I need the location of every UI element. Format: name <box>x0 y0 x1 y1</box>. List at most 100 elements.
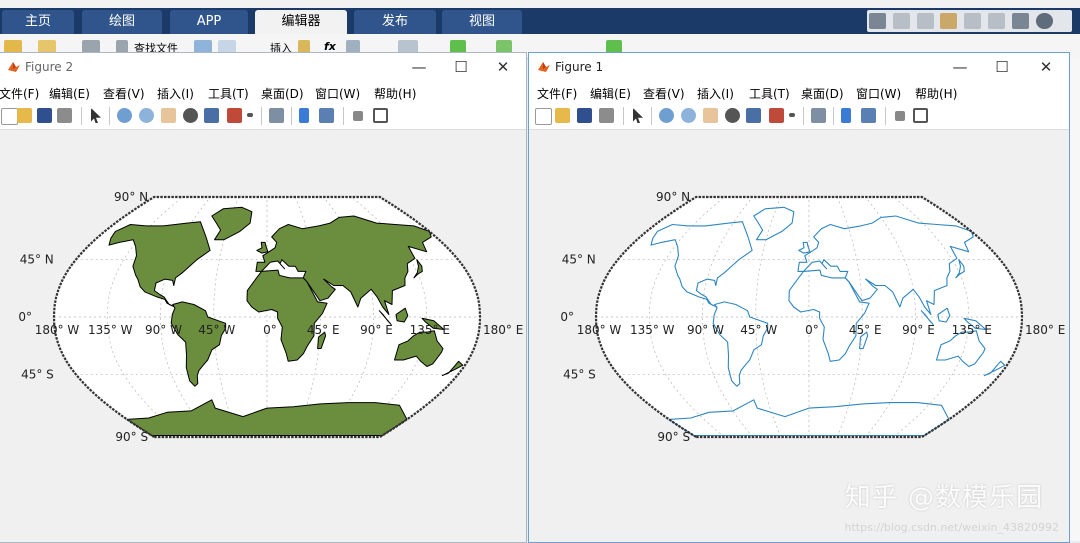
latitude-label: 45° N <box>20 253 54 267</box>
menu-file[interactable]: 文件(F) <box>537 85 577 102</box>
ribbon-tab-bar: 主页 绘图 APP 编辑器 发布 视图 <box>0 8 1080 34</box>
rotate-3d-icon[interactable] <box>183 108 198 123</box>
close-button[interactable]: ✕ <box>1025 55 1067 79</box>
figure-1-titlebar[interactable]: Figure 1 — ☐ ✕ <box>529 53 1069 81</box>
print-icon[interactable] <box>599 108 614 123</box>
figure-2-title: Figure 2 <box>25 60 74 74</box>
tab-view[interactable]: 视图 <box>442 10 522 34</box>
hide-plot-tools-icon[interactable] <box>353 111 363 121</box>
latitude-label: 45° S <box>21 367 54 381</box>
longitude-label: 45° W <box>740 323 777 337</box>
longitude-label: 90° E <box>902 323 935 337</box>
tab-editor[interactable]: 编辑器 <box>255 10 347 34</box>
menu-desktop[interactable]: 桌面(D) <box>261 85 304 102</box>
brush-dropdown-icon[interactable] <box>247 113 253 117</box>
menu-edit[interactable]: 编辑(E) <box>590 85 631 102</box>
save-figure-icon[interactable] <box>577 108 592 123</box>
new-figure-icon[interactable] <box>1 108 18 125</box>
data-cursor-icon[interactable] <box>204 108 219 123</box>
menu-insert[interactable]: 插入(I) <box>157 85 194 102</box>
menu-tools[interactable]: 工具(T) <box>208 85 249 102</box>
longitude-label: 180° E <box>1025 323 1065 337</box>
maximize-button[interactable]: ☐ <box>981 55 1023 79</box>
colorbar-icon[interactable] <box>841 108 851 123</box>
menu-edit[interactable]: 编辑(E) <box>49 85 90 102</box>
tab-home[interactable]: 主页 <box>2 10 74 34</box>
longitude-label: 135° W <box>630 323 675 337</box>
longitude-label: 45° W <box>198 323 235 337</box>
longitude-label: 0° <box>805 323 819 337</box>
figure-1-menubar: 文件(F) 编辑(E) 查看(V) 插入(I) 工具(T) 桌面(D) 窗口(W… <box>529 81 1069 103</box>
menu-insert[interactable]: 插入(I) <box>697 85 734 102</box>
latitude-label: 90° S <box>115 430 148 444</box>
undo-icon[interactable] <box>964 13 982 29</box>
hide-plot-tools-icon[interactable] <box>895 111 905 121</box>
menu-desktop[interactable]: 桌面(D) <box>801 85 844 102</box>
legend-icon[interactable] <box>319 108 334 123</box>
copy-icon[interactable] <box>916 13 934 29</box>
maximize-button[interactable]: ☐ <box>440 55 482 79</box>
tab-publish[interactable]: 发布 <box>354 10 436 34</box>
longitude-label: 90° W <box>145 323 182 337</box>
show-plot-tools-icon[interactable] <box>373 108 388 123</box>
map-group: 90° N 45° N 0° 45° S 90° S 180° W 135° W 90° W 4… <box>560 190 1065 444</box>
zoom-out-icon[interactable] <box>139 108 154 123</box>
menu-window[interactable]: 窗口(W) <box>315 85 360 102</box>
pointer-icon[interactable] <box>633 108 643 123</box>
minimize-button[interactable]: — <box>939 55 981 79</box>
matlab-logo-icon <box>538 62 550 72</box>
show-plot-tools-icon[interactable] <box>913 108 928 123</box>
help-icon[interactable] <box>1035 13 1053 29</box>
switch-windows-icon[interactable] <box>1011 13 1029 29</box>
zoom-in-icon[interactable] <box>659 108 674 123</box>
open-file-icon[interactable] <box>17 108 32 123</box>
legend-icon[interactable] <box>861 108 876 123</box>
world-map-filled[interactable]: 90° N 45° N 0° 45° S 90° S 180° W 135° W 90° W 4… <box>0 130 524 540</box>
new-figure-icon[interactable] <box>535 108 552 125</box>
figure-2-titlebar[interactable]: Figure 2 — ☐ ✕ <box>0 53 526 81</box>
redo-icon[interactable] <box>988 13 1006 29</box>
link-plot-icon[interactable] <box>811 108 826 123</box>
close-button[interactable]: ✕ <box>482 55 524 79</box>
menu-view[interactable]: 查看(V) <box>643 85 685 102</box>
brush-dropdown-icon[interactable] <box>789 113 795 117</box>
data-cursor-icon[interactable] <box>746 108 761 123</box>
menu-tools[interactable]: 工具(T) <box>749 85 790 102</box>
tab-apps[interactable]: APP <box>170 10 248 34</box>
longitude-label: 0° <box>263 323 277 337</box>
pan-icon[interactable] <box>161 108 176 123</box>
tab-plots[interactable]: 绘图 <box>82 10 162 34</box>
link-plot-icon[interactable] <box>269 108 284 123</box>
brush-icon[interactable] <box>769 108 784 123</box>
longitude-label: 45° E <box>307 323 340 337</box>
watermark-url: https://blog.csdn.net/weixin_43820992 <box>844 521 1059 534</box>
zoom-out-icon[interactable] <box>681 108 696 123</box>
map-group: 90° N 45° N 0° 45° S 90° S 180° W 135° W 90° W 4… <box>18 190 523 444</box>
zoom-in-icon[interactable] <box>117 108 132 123</box>
save-icon[interactable] <box>869 13 886 29</box>
pan-icon[interactable] <box>703 108 718 123</box>
pointer-icon[interactable] <box>91 108 101 123</box>
open-file-icon[interactable] <box>555 108 570 123</box>
figure-2-plot-area: 90° N 45° N 0° 45° S 90° S 180° W 135° W 90° W 4… <box>0 130 526 542</box>
menu-help[interactable]: 帮助(H) <box>915 85 957 102</box>
menu-help[interactable]: 帮助(H) <box>374 85 416 102</box>
longitude-label: 45° E <box>849 323 882 337</box>
minimize-button[interactable]: — <box>398 55 440 79</box>
figure-1-title: Figure 1 <box>555 60 604 74</box>
menu-view[interactable]: 查看(V) <box>103 85 145 102</box>
matlab-logo-icon <box>8 62 20 72</box>
menu-window[interactable]: 窗口(W) <box>856 85 901 102</box>
menu-file[interactable]: 文件(F) <box>0 85 39 102</box>
paste-icon[interactable] <box>940 13 958 29</box>
cut-icon[interactable] <box>892 13 910 29</box>
brush-icon[interactable] <box>227 108 242 123</box>
figure-2-menubar: 文件(F) 编辑(E) 查看(V) 插入(I) 工具(T) 桌面(D) 窗口(W… <box>0 81 526 103</box>
colorbar-icon[interactable] <box>299 108 309 123</box>
latitude-label: 0° <box>560 310 574 324</box>
save-figure-icon[interactable] <box>37 108 52 123</box>
longitude-label: 135° W <box>88 323 133 337</box>
latitude-label: 90° N <box>114 190 148 204</box>
print-icon[interactable] <box>57 108 72 123</box>
rotate-3d-icon[interactable] <box>725 108 740 123</box>
